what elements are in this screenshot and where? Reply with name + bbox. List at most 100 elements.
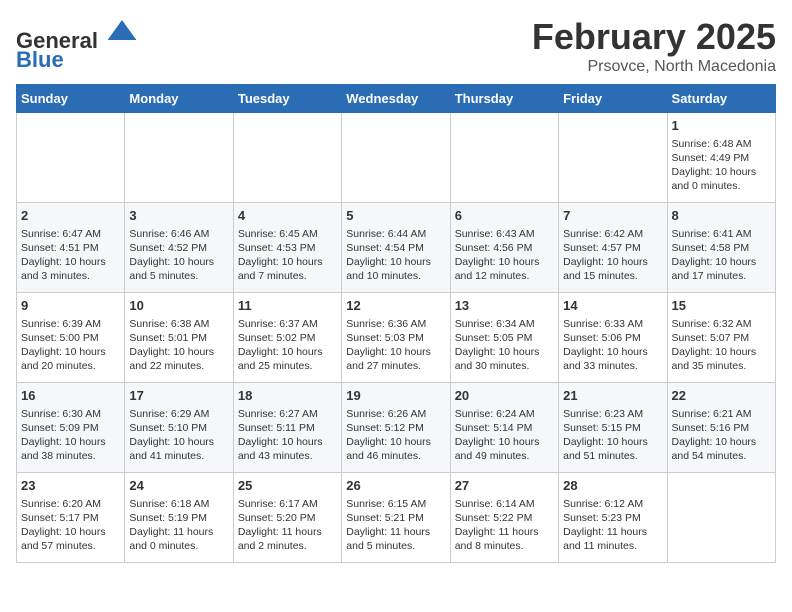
day-info: and 5 minutes. [346, 539, 445, 553]
day-number: 18 [238, 387, 337, 405]
calendar-cell: 16Sunrise: 6:30 AMSunset: 5:09 PMDayligh… [17, 383, 125, 473]
day-number: 4 [238, 207, 337, 225]
day-info: and 8 minutes. [455, 539, 554, 553]
day-info: Sunrise: 6:29 AM [129, 407, 228, 421]
day-info: and 46 minutes. [346, 449, 445, 463]
day-info: Daylight: 10 hours [672, 165, 771, 179]
day-info: and 38 minutes. [21, 449, 120, 463]
day-info: Sunset: 5:02 PM [238, 331, 337, 345]
day-info: Sunrise: 6:34 AM [455, 317, 554, 331]
day-info: Sunrise: 6:41 AM [672, 227, 771, 241]
day-info: Sunset: 5:06 PM [563, 331, 662, 345]
day-info: and 43 minutes. [238, 449, 337, 463]
day-info: Sunrise: 6:23 AM [563, 407, 662, 421]
week-row-1: 1Sunrise: 6:48 AMSunset: 4:49 PMDaylight… [17, 113, 776, 203]
day-info: Daylight: 10 hours [238, 435, 337, 449]
day-number: 7 [563, 207, 662, 225]
day-info: and 30 minutes. [455, 359, 554, 373]
day-info: and 41 minutes. [129, 449, 228, 463]
header-day-tuesday: Tuesday [233, 85, 341, 113]
day-info: Sunrise: 6:43 AM [455, 227, 554, 241]
week-row-4: 16Sunrise: 6:30 AMSunset: 5:09 PMDayligh… [17, 383, 776, 473]
day-info: Sunset: 4:51 PM [21, 241, 120, 255]
day-info: Daylight: 10 hours [129, 255, 228, 269]
day-info: and 57 minutes. [21, 539, 120, 553]
calendar-cell: 8Sunrise: 6:41 AMSunset: 4:58 PMDaylight… [667, 203, 775, 293]
week-row-2: 2Sunrise: 6:47 AMSunset: 4:51 PMDaylight… [17, 203, 776, 293]
calendar-cell: 19Sunrise: 6:26 AMSunset: 5:12 PMDayligh… [342, 383, 450, 473]
day-number: 12 [346, 297, 445, 315]
calendar-cell: 20Sunrise: 6:24 AMSunset: 5:14 PMDayligh… [450, 383, 558, 473]
day-info: and 22 minutes. [129, 359, 228, 373]
day-info: Daylight: 10 hours [672, 435, 771, 449]
day-info: Sunrise: 6:18 AM [129, 497, 228, 511]
day-info: Daylight: 11 hours [346, 525, 445, 539]
title-block: February 2025 Prsovce, North Macedonia [532, 16, 776, 76]
day-info: Daylight: 10 hours [672, 255, 771, 269]
day-info: Sunrise: 6:47 AM [21, 227, 120, 241]
day-info: and 0 minutes. [129, 539, 228, 553]
day-info: Daylight: 10 hours [21, 345, 120, 359]
day-info: and 49 minutes. [455, 449, 554, 463]
calendar-cell: 13Sunrise: 6:34 AMSunset: 5:05 PMDayligh… [450, 293, 558, 383]
day-info: Sunrise: 6:12 AM [563, 497, 662, 511]
calendar-cell: 11Sunrise: 6:37 AMSunset: 5:02 PMDayligh… [233, 293, 341, 383]
calendar-cell [450, 113, 558, 203]
calendar-cell: 7Sunrise: 6:42 AMSunset: 4:57 PMDaylight… [559, 203, 667, 293]
day-info: Sunset: 5:01 PM [129, 331, 228, 345]
calendar-cell: 1Sunrise: 6:48 AMSunset: 4:49 PMDaylight… [667, 113, 775, 203]
day-info: and 35 minutes. [672, 359, 771, 373]
day-info: and 10 minutes. [346, 269, 445, 283]
day-number: 20 [455, 387, 554, 405]
day-info: and 12 minutes. [455, 269, 554, 283]
day-number: 6 [455, 207, 554, 225]
day-number: 1 [672, 117, 771, 135]
calendar-cell: 26Sunrise: 6:15 AMSunset: 5:21 PMDayligh… [342, 473, 450, 563]
day-number: 16 [21, 387, 120, 405]
day-info: Sunrise: 6:33 AM [563, 317, 662, 331]
main-title: February 2025 [532, 16, 776, 58]
day-info: Sunset: 5:12 PM [346, 421, 445, 435]
calendar-cell: 28Sunrise: 6:12 AMSunset: 5:23 PMDayligh… [559, 473, 667, 563]
header-day-friday: Friday [559, 85, 667, 113]
logo-icon [106, 16, 138, 48]
calendar-cell [667, 473, 775, 563]
day-info: and 33 minutes. [563, 359, 662, 373]
day-info: Sunset: 4:57 PM [563, 241, 662, 255]
day-info: Daylight: 10 hours [21, 255, 120, 269]
calendar-cell: 17Sunrise: 6:29 AMSunset: 5:10 PMDayligh… [125, 383, 233, 473]
day-info: Daylight: 10 hours [455, 345, 554, 359]
day-info: Sunrise: 6:17 AM [238, 497, 337, 511]
day-number: 19 [346, 387, 445, 405]
day-info: Sunset: 4:52 PM [129, 241, 228, 255]
day-info: Daylight: 10 hours [563, 435, 662, 449]
calendar-cell: 18Sunrise: 6:27 AMSunset: 5:11 PMDayligh… [233, 383, 341, 473]
day-info: Sunrise: 6:44 AM [346, 227, 445, 241]
day-info: Sunset: 5:17 PM [21, 511, 120, 525]
day-info: Daylight: 11 hours [563, 525, 662, 539]
subtitle: Prsovce, North Macedonia [532, 58, 776, 76]
day-number: 5 [346, 207, 445, 225]
day-info: Sunset: 4:49 PM [672, 151, 771, 165]
day-info: Sunrise: 6:30 AM [21, 407, 120, 421]
day-number: 24 [129, 477, 228, 495]
day-info: Sunset: 4:53 PM [238, 241, 337, 255]
day-number: 8 [672, 207, 771, 225]
day-info: Daylight: 10 hours [21, 435, 120, 449]
day-info: Daylight: 10 hours [455, 435, 554, 449]
calendar-cell: 27Sunrise: 6:14 AMSunset: 5:22 PMDayligh… [450, 473, 558, 563]
day-info: Sunset: 5:20 PM [238, 511, 337, 525]
day-info: Sunrise: 6:24 AM [455, 407, 554, 421]
calendar-table: SundayMondayTuesdayWednesdayThursdayFrid… [16, 84, 776, 563]
calendar-cell [559, 113, 667, 203]
day-info: Daylight: 10 hours [455, 255, 554, 269]
day-info: Sunset: 5:21 PM [346, 511, 445, 525]
header-day-sunday: Sunday [17, 85, 125, 113]
calendar-cell [233, 113, 341, 203]
calendar-cell [17, 113, 125, 203]
calendar-cell: 23Sunrise: 6:20 AMSunset: 5:17 PMDayligh… [17, 473, 125, 563]
day-info: Daylight: 10 hours [346, 345, 445, 359]
logo: General Blue [16, 16, 138, 73]
day-info: and 27 minutes. [346, 359, 445, 373]
day-info: Sunrise: 6:15 AM [346, 497, 445, 511]
